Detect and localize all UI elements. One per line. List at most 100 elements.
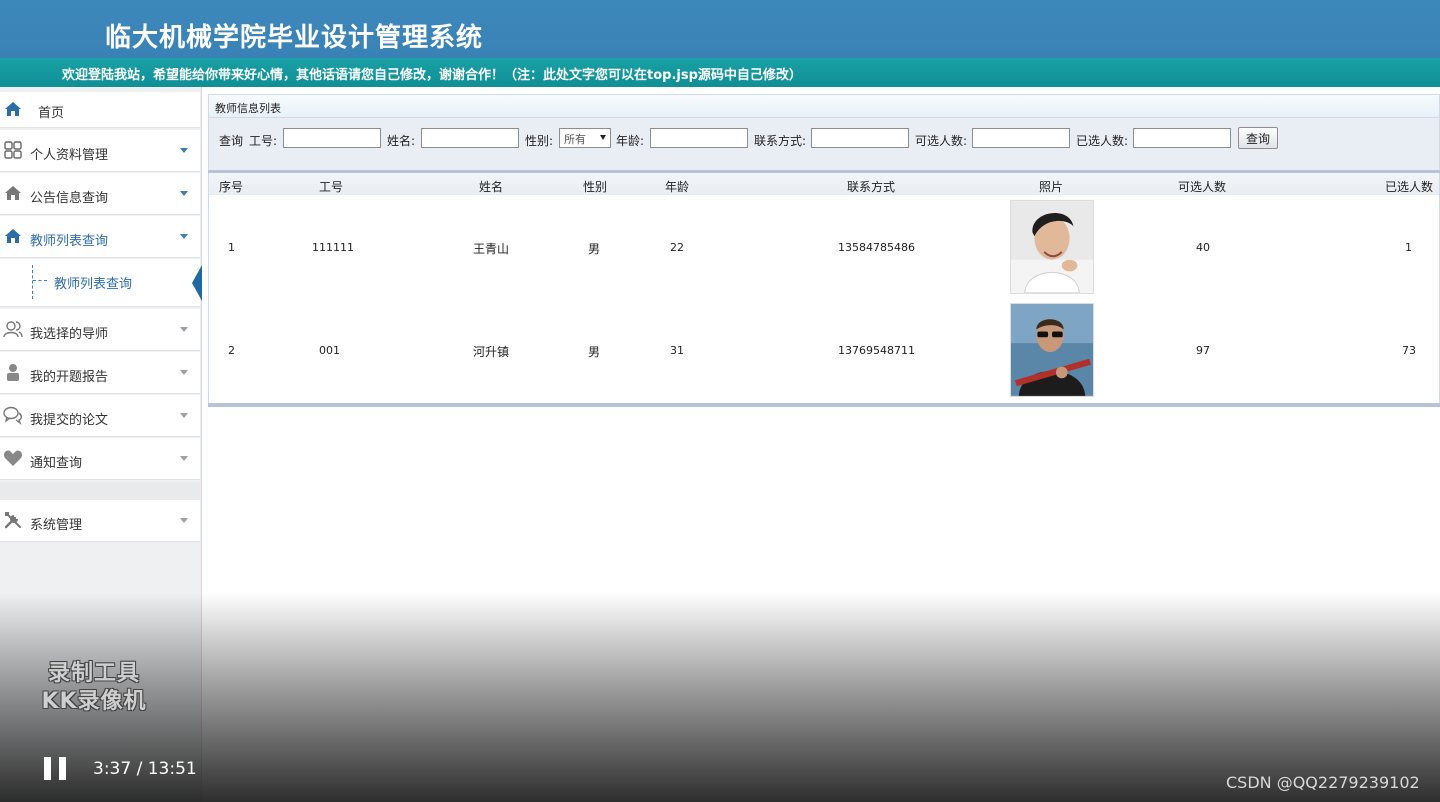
- column-header: 可选人数: [1178, 180, 1227, 194]
- sidebar-item-label: 教师列表查询: [30, 234, 109, 249]
- sidebar-item-label: 通知查询: [30, 456, 83, 471]
- chevron-down-icon: [180, 191, 188, 196]
- age-input[interactable]: [650, 128, 748, 148]
- sidebar-item-label: 我提交的论文: [30, 413, 109, 428]
- main-content: 教师信息列表 查询 工号: 姓名: 性别: 所有 年龄: 联系方式: 可选人数:…: [208, 94, 1440, 408]
- watermark-line: KK录像机: [41, 689, 147, 714]
- table-row: 2 001 河升镇 男 31 13769548711 97 73: [209, 298, 1439, 401]
- caret-down-icon: [600, 135, 606, 140]
- app-root: 临大机械学院毕业设计管理系统 欢迎登陆我站，希望能给你带来好心情，其他话语请您自…: [0, 0, 1440, 802]
- cell-age: 22: [670, 241, 684, 254]
- recorder-watermark: 录制工具 KK录像机: [28, 660, 160, 716]
- selected-label: 已选人数:: [1076, 134, 1129, 148]
- chevron-down-icon: [180, 148, 188, 153]
- tree-line: [32, 265, 33, 299]
- active-indicator-icon: [192, 265, 202, 301]
- name-label: 姓名:: [387, 134, 416, 148]
- gender-select[interactable]: 所有: [559, 128, 611, 148]
- table-header: 序号 工号 姓名 性别 年龄 联系方式 照片 可选人数 已选人数: [209, 173, 1439, 195]
- sidebar-item-label: 公告信息查询: [30, 191, 109, 206]
- panel-header: 教师信息列表: [208, 94, 1440, 118]
- search-bar: 查询 工号: 姓名: 性别: 所有 年龄: 联系方式: 可选人数: 已选人数: …: [208, 118, 1440, 170]
- chevron-down-icon: [180, 370, 188, 375]
- watermark-line: 录制工具: [47, 661, 140, 686]
- playback-time: 3:37 / 13:51: [93, 759, 197, 779]
- sidebar-item-label: 首页: [38, 106, 65, 121]
- sidebar-item-label: 系统管理: [30, 518, 83, 533]
- sidebar-item-system[interactable]: 系统管理: [0, 500, 200, 542]
- cell-index: 1: [228, 241, 235, 254]
- credit-watermark: CSDN @QQ2279239102: [1226, 773, 1420, 792]
- cell-age: 31: [670, 344, 684, 357]
- user-icon: [7, 364, 19, 381]
- table-row: 1 111111 王青山 男 22 13584785486 40 1: [209, 195, 1439, 298]
- selectable-label: 可选人数:: [915, 134, 968, 148]
- house-icon: [5, 186, 21, 200]
- gender-select-value: 所有: [564, 133, 586, 146]
- column-header: 年龄: [665, 180, 690, 194]
- sidebar-item-notices[interactable]: 公告信息查询: [0, 173, 200, 215]
- cell-phone: 13584785486: [838, 241, 915, 254]
- cell-id: 001: [319, 344, 340, 357]
- house-icon: [5, 229, 21, 243]
- pause-button[interactable]: [44, 757, 66, 780]
- column-header: 姓名: [479, 180, 504, 194]
- cell-selected: 73: [1402, 344, 1416, 357]
- id-input[interactable]: [283, 128, 381, 148]
- cell-selected: 1: [1405, 241, 1412, 254]
- column-header: 联系方式: [847, 180, 896, 194]
- age-label: 年龄:: [616, 134, 645, 148]
- cell-phone: 13769548711: [838, 344, 915, 357]
- tools-icon: [4, 512, 21, 529]
- sidebar-subitem-teacher-list[interactable]: 教师列表查询: [0, 259, 202, 307]
- column-header: 序号: [219, 180, 244, 194]
- selectable-input[interactable]: [972, 128, 1070, 148]
- column-header: 性别: [583, 180, 608, 194]
- sidebar-item-home[interactable]: 首页: [0, 92, 200, 128]
- column-header: 照片: [1039, 180, 1064, 194]
- search-button[interactable]: 查询: [1238, 127, 1278, 149]
- sidebar-item-teachers[interactable]: 教师列表查询: [0, 216, 200, 258]
- phone-label: 联系方式:: [754, 134, 807, 148]
- cell-name: 河升镇: [473, 345, 510, 359]
- column-header: 已选人数: [1385, 180, 1434, 194]
- app-title: 临大机械学院毕业设计管理系统: [105, 23, 484, 53]
- sidebar-item-profile[interactable]: 个人资料管理: [0, 130, 200, 172]
- cell-selectable: 40: [1196, 241, 1210, 254]
- sidebar-item-my-advisor[interactable]: 我选择的导师: [0, 309, 200, 351]
- tree-branch: [33, 280, 47, 281]
- sidebar-subitem-label: 教师列表查询: [54, 277, 133, 292]
- cell-gender: 男: [588, 345, 601, 359]
- video-overlay-shade: [0, 592, 1440, 802]
- phone-input[interactable]: [811, 128, 909, 148]
- teacher-photo: [1010, 303, 1094, 397]
- sidebar-item-notifications[interactable]: 通知查询: [0, 438, 200, 480]
- teacher-table: 序号 工号 姓名 性别 年龄 联系方式 照片 可选人数 已选人数 1 11111…: [208, 173, 1440, 403]
- chevron-down-icon: [180, 456, 188, 461]
- selected-input[interactable]: [1133, 128, 1231, 148]
- sidebar-item-thesis[interactable]: 我提交的论文: [0, 395, 200, 437]
- chevron-down-icon: [180, 234, 188, 239]
- sidebar-item-proposal[interactable]: 我的开题报告: [0, 352, 200, 394]
- marquee-bar: 欢迎登陆我站，希望能给你带来好心情，其他话语请您自己修改，谢谢合作！（注：此处文…: [0, 58, 1440, 87]
- header-banner: 临大机械学院毕业设计管理系统: [0, 0, 1440, 58]
- gender-label: 性别:: [525, 134, 554, 148]
- table-bottom-divider: [208, 403, 1440, 407]
- chat-icon: [3, 406, 22, 425]
- panel-title: 教师信息列表: [215, 102, 281, 115]
- cell-id: 111111: [312, 241, 354, 254]
- column-header: 工号: [319, 180, 344, 194]
- teacher-photo: [1010, 200, 1094, 294]
- house-icon: [5, 102, 21, 116]
- search-prefix-label: 查询: [219, 134, 244, 148]
- sidebar-separator: [0, 482, 200, 502]
- pause-icon: [44, 757, 51, 780]
- id-label: 工号:: [249, 134, 278, 148]
- marquee-text: 欢迎登陆我站，希望能给你带来好心情，其他话语请您自己修改，谢谢合作！（注：此处文…: [62, 68, 802, 83]
- chevron-down-icon: [180, 327, 188, 332]
- sidebar-item-label: 我的开题报告: [30, 370, 109, 385]
- pause-icon: [59, 757, 66, 780]
- name-input[interactable]: [421, 128, 519, 148]
- chevron-down-icon: [180, 518, 188, 523]
- sidebar-item-label: 我选择的导师: [30, 327, 109, 342]
